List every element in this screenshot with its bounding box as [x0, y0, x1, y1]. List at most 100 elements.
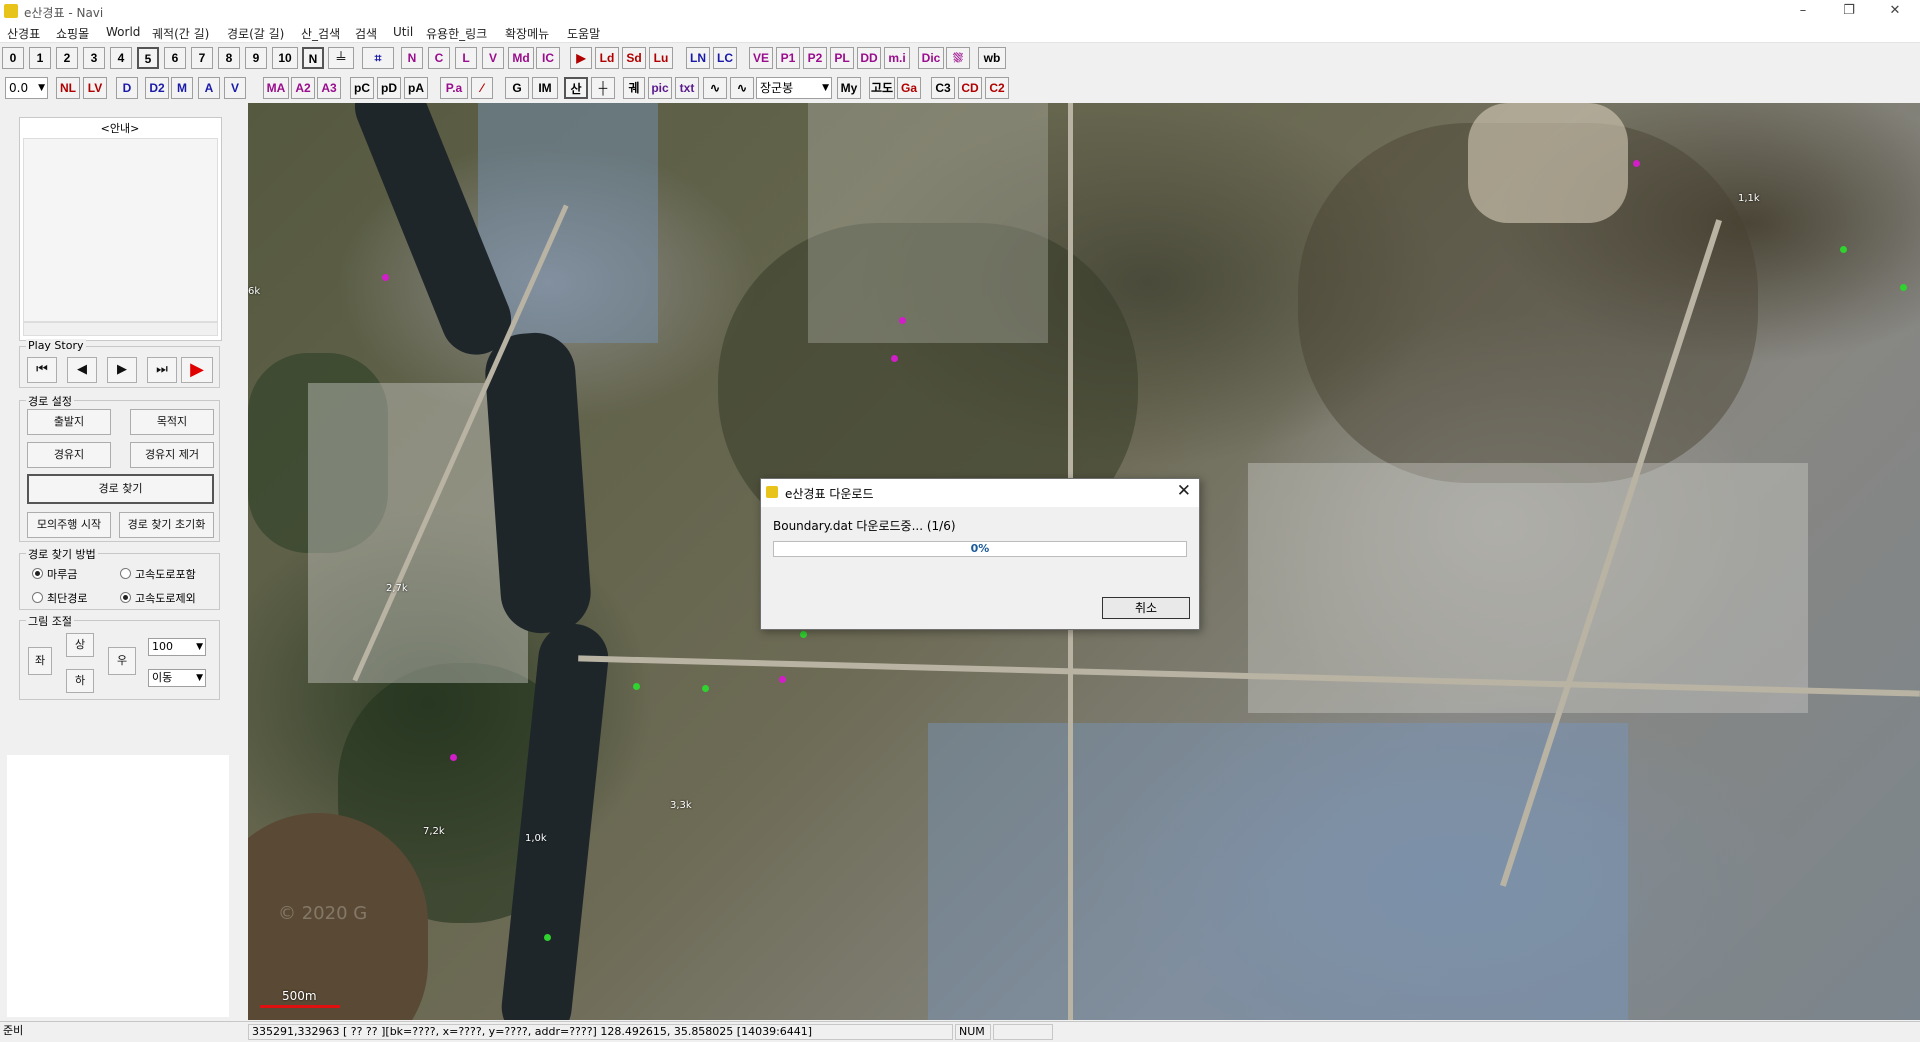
grid-icon[interactable]: ⌗: [362, 47, 394, 69]
menu-extensions[interactable]: 확장메뉴: [505, 25, 549, 42]
poi-marker[interactable]: [633, 683, 640, 690]
poi-marker[interactable]: [779, 676, 786, 683]
find-route-button[interactable]: 경로 찾기: [27, 474, 214, 504]
close-icon[interactable]: ✕: [1177, 481, 1191, 501]
simulate-drive-button[interactable]: 모의주행 시작: [27, 512, 111, 538]
origin-button[interactable]: 출발지: [27, 409, 111, 435]
cross-icon[interactable]: ┼: [591, 77, 615, 99]
p-a-button[interactable]: P.a: [440, 77, 468, 99]
d-button[interactable]: D: [116, 77, 138, 99]
wave-line-icon[interactable]: ∿: [730, 77, 754, 99]
md-button[interactable]: Md: [508, 47, 534, 69]
level-3-button[interactable]: 3: [83, 47, 105, 69]
poi-marker[interactable]: [1900, 284, 1907, 291]
c3-button[interactable]: C3: [931, 77, 955, 99]
level-1-button[interactable]: 1: [29, 47, 51, 69]
poi-marker[interactable]: [450, 754, 457, 761]
level-5-button[interactable]: 5: [137, 47, 159, 69]
menu-shoppingmall[interactable]: 쇼핑몰: [56, 25, 89, 42]
menu-track[interactable]: 궤적(간 길): [152, 25, 209, 42]
a2-button[interactable]: A2: [291, 77, 315, 99]
im-button[interactable]: IM: [532, 77, 558, 99]
weather-icon[interactable]: ⛆: [946, 47, 970, 69]
wave-icon[interactable]: ∿: [703, 77, 727, 99]
n-button[interactable]: N: [401, 47, 423, 69]
destination-button[interactable]: 목적지: [130, 409, 214, 435]
poi-marker[interactable]: [899, 317, 906, 324]
mi-button[interactable]: m.i: [884, 47, 910, 69]
poi-marker[interactable]: [891, 355, 898, 362]
a3-button[interactable]: A3: [317, 77, 341, 99]
radio-exclude-highway[interactable]: 고속도로제외: [120, 590, 196, 606]
v-layer-button[interactable]: V: [224, 77, 246, 99]
nl-button[interactable]: NL: [56, 77, 80, 99]
ic-button[interactable]: IC: [536, 47, 560, 69]
ln-button[interactable]: LN: [686, 47, 710, 69]
lc-button[interactable]: LC: [713, 47, 737, 69]
reset-route-button[interactable]: 경로 찾기 초기화: [119, 512, 214, 538]
level-4-button[interactable]: 4: [110, 47, 132, 69]
menu-useful-links[interactable]: 유용한_링크: [426, 25, 487, 42]
mountain-button[interactable]: 산: [564, 77, 588, 99]
menu-mountain-search[interactable]: 산_검색: [301, 25, 340, 42]
l-button[interactable]: L: [455, 47, 477, 69]
dd-button[interactable]: DD: [857, 47, 881, 69]
cancel-button[interactable]: 취소: [1102, 597, 1190, 619]
sd-button[interactable]: Sd: [622, 47, 646, 69]
radio-include-highway[interactable]: 고속도로포함: [120, 566, 196, 582]
poi-marker[interactable]: [1633, 160, 1640, 167]
cd-button[interactable]: CD: [958, 77, 982, 99]
pc-button[interactable]: pC: [350, 77, 374, 99]
pan-left-button[interactable]: 좌: [28, 647, 52, 675]
poi-marker[interactable]: [382, 274, 389, 281]
north-button[interactable]: N: [302, 47, 324, 69]
radio-ridgeline[interactable]: 마루금: [32, 566, 77, 582]
poi-marker[interactable]: [702, 685, 709, 692]
m-button[interactable]: M: [171, 77, 193, 99]
first-icon[interactable]: ⏮: [27, 357, 57, 383]
dic-button[interactable]: Dic: [918, 47, 944, 69]
c-button[interactable]: C: [428, 47, 450, 69]
play-icon[interactable]: ▶: [107, 357, 137, 383]
a-button[interactable]: A: [198, 77, 220, 99]
previous-icon[interactable]: ◀: [67, 357, 97, 383]
poi-marker[interactable]: [1840, 246, 1847, 253]
pic-button[interactable]: pic: [648, 77, 672, 99]
g-button[interactable]: G: [505, 77, 529, 99]
d2-button[interactable]: D2: [145, 77, 169, 99]
menu-world[interactable]: World: [106, 25, 140, 39]
txt-button[interactable]: txt: [675, 77, 699, 99]
restore-button[interactable]: ❐: [1826, 0, 1872, 22]
pan-up-button[interactable]: 상: [66, 633, 94, 657]
picture-zoom-select[interactable]: 100 ▼: [148, 638, 206, 656]
zoom-select[interactable]: 0.0 ▼: [5, 77, 48, 99]
wb-button[interactable]: wb: [978, 47, 1006, 69]
lv-button[interactable]: LV: [83, 77, 107, 99]
altitude-button[interactable]: 고도: [869, 77, 895, 99]
track-button[interactable]: 궤: [623, 77, 645, 99]
guide-text-area[interactable]: [23, 138, 218, 322]
poi-marker[interactable]: [544, 934, 551, 941]
pan-right-button[interactable]: 우: [108, 647, 136, 675]
p1-button[interactable]: P1: [776, 47, 800, 69]
level-7-button[interactable]: 7: [191, 47, 213, 69]
ve-button[interactable]: VE: [749, 47, 773, 69]
level-6-button[interactable]: 6: [164, 47, 186, 69]
lu-button[interactable]: Lu: [649, 47, 673, 69]
record-play-icon[interactable]: ▶: [181, 357, 213, 383]
poi-marker[interactable]: [800, 631, 807, 638]
level-9-button[interactable]: 9: [245, 47, 267, 69]
last-icon[interactable]: ⏭: [147, 357, 177, 383]
crosshair-icon[interactable]: ╧: [328, 47, 354, 69]
pan-down-button[interactable]: 하: [66, 669, 94, 693]
c2-button[interactable]: C2: [985, 77, 1009, 99]
ga-button[interactable]: Ga: [897, 77, 921, 99]
menu-util[interactable]: Util: [393, 25, 413, 39]
p2-button[interactable]: P2: [803, 47, 827, 69]
guide-scrollbar[interactable]: [23, 322, 218, 336]
close-button[interactable]: ✕: [1872, 0, 1918, 22]
ld-button[interactable]: Ld: [595, 47, 619, 69]
pen-icon[interactable]: ⁄: [471, 77, 493, 99]
my-button[interactable]: My: [837, 77, 861, 99]
pl-button[interactable]: PL: [830, 47, 854, 69]
